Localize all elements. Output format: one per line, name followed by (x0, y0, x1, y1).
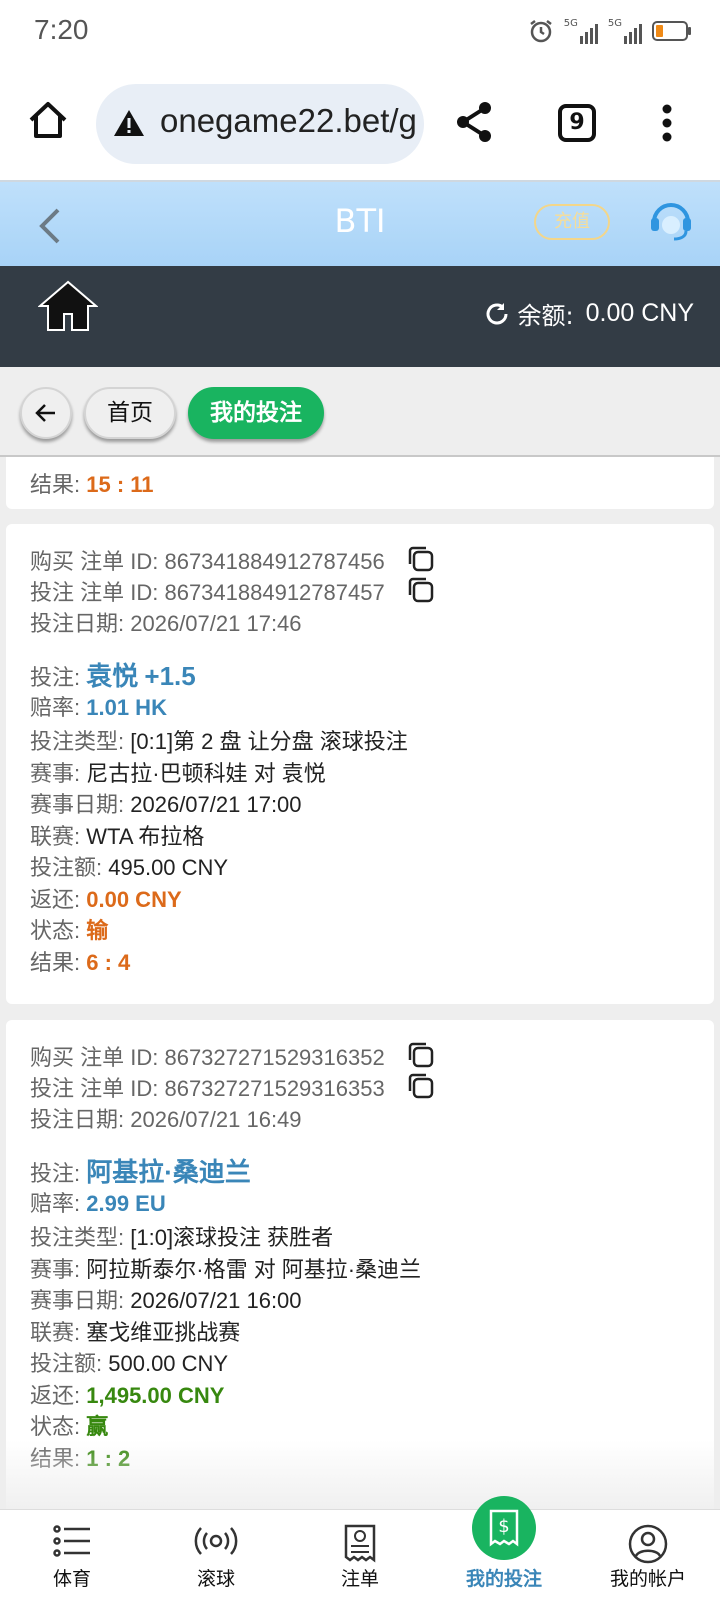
stake-row: 投注额: 500.00 CNY (30, 1351, 229, 1376)
signal-2-icon: 5G (608, 18, 642, 44)
user-icon (628, 1524, 668, 1564)
bet-id-row: 投注 注单 ID: 867327271529316353 (30, 1076, 385, 1101)
event-row: 赛事: 阿拉斯泰尔·格雷 对 阿基拉·桑迪兰 (30, 1257, 422, 1282)
tab-sports[interactable]: 体育 (12, 1510, 132, 1600)
browser-toolbar: onegame22.bet/g 9 (0, 68, 720, 180)
purchase-id-row: 购买 注单 ID: 867341884912787456 (30, 549, 385, 574)
share-icon[interactable] (454, 100, 494, 144)
selection-row: 投注: 袁悦 +1.5 (30, 661, 196, 691)
address-bar[interactable]: onegame22.bet/g (96, 84, 424, 164)
league-row: 联赛: WTA 布拉格 (30, 824, 205, 849)
bet-type-row: 投注类型: [0:1]第 2 盘 让分盘 滚球投注 (30, 729, 408, 754)
list-icon (53, 1525, 90, 1557)
result-row: 结果: 1 : 2 (30, 1446, 131, 1471)
status-badge: 输 (86, 918, 109, 943)
nav-pills: 首页 我的投注 (0, 367, 720, 457)
status-bar: 7:20 5G 5G (0, 0, 720, 68)
bets-list: 结果: 15 : 11 购买 注单 ID: 867341884912787456… (0, 457, 720, 1509)
bet-id-row: 投注 注单 ID: 867341884912787457 (30, 580, 385, 605)
app-title: BTI (334, 202, 386, 240)
bottom-tab-bar: 体育 滚球 注单 我的投注 我的帐户 (0, 1509, 720, 1600)
purchase-id-row: 购买 注单 ID: 867327271529316352 (30, 1045, 385, 1070)
return-row: 返还: 1,495.00 CNY (30, 1383, 225, 1408)
arrow-left-icon (35, 404, 55, 422)
result-row: 结果: 15 : 11 (30, 472, 154, 497)
refresh-icon[interactable] (484, 301, 510, 327)
league-row: 联赛: 塞戈维亚挑战赛 (30, 1320, 241, 1345)
event-date-row: 赛事日期: 2026/07/21 16:00 (30, 1288, 302, 1313)
my-bets-pill-button[interactable]: 我的投注 (188, 387, 324, 439)
copy-icon[interactable] (406, 1071, 436, 1101)
account-bar: 余额: 0.00 CNY (0, 266, 720, 367)
balance-display: 余额: 0.00 CNY (484, 296, 694, 331)
result-row: 结果: 6 : 4 (30, 950, 131, 975)
svg-text:$: $ (498, 1516, 509, 1537)
customer-support-icon[interactable] (648, 198, 694, 244)
event-date-row: 赛事日期: 2026/07/21 17:00 (30, 792, 302, 817)
tab-switcher-button[interactable]: 9 (558, 104, 596, 142)
copy-icon[interactable] (406, 1040, 436, 1070)
bet-card: 购买 注单 ID: 867341884912787456 投注 注单 ID: 8… (6, 524, 714, 1004)
home-pill-button[interactable]: 首页 (84, 387, 176, 439)
tab-slips[interactable]: 注单 (300, 1510, 420, 1600)
status-row: 状态: 输 (30, 918, 109, 943)
selection-row: 投注: 阿基拉·桑迪兰 (30, 1157, 251, 1187)
odds-row: 赔率: 2.99 EU (30, 1191, 166, 1216)
tab-my-account[interactable]: 我的帐户 (588, 1510, 708, 1600)
warning-icon[interactable] (112, 108, 146, 138)
copy-icon[interactable] (406, 544, 436, 574)
bet-card-previous: 结果: 15 : 11 (6, 457, 714, 509)
app-header: BTI 充值 (0, 180, 720, 266)
bet-date-row: 投注日期: 2026/07/21 16:49 (30, 1107, 302, 1132)
house-icon[interactable] (38, 280, 98, 332)
return-row: 返还: 0.00 CNY (30, 887, 182, 912)
status-icons: 5G 5G (528, 18, 692, 44)
browser-home-icon[interactable] (26, 98, 70, 142)
status-row: 状态: 赢 (30, 1414, 109, 1439)
copy-icon[interactable] (406, 575, 436, 605)
battery-icon (652, 21, 691, 41)
event-row: 赛事: 尼古拉·巴顿科娃 对 袁悦 (30, 761, 326, 786)
alarm-icon (530, 20, 552, 43)
balance-value: 0.00 CNY (585, 299, 694, 327)
stake-row: 投注额: 495.00 CNY (30, 855, 229, 880)
status-time: 7:20 (34, 14, 89, 45)
signal-1-icon: 5G (564, 18, 598, 44)
url-text[interactable]: onegame22.bet/g (160, 102, 417, 140)
my-bets-tab-bubble[interactable]: $ (472, 1496, 536, 1560)
odds-row: 赔率: 1.01 HK (30, 695, 167, 720)
back-pill-button[interactable] (20, 387, 72, 439)
bet-date-row: 投注日期: 2026/07/21 17:46 (30, 611, 302, 636)
more-menu-icon[interactable] (662, 104, 672, 142)
tab-live[interactable]: 滚球 (156, 1510, 276, 1600)
dollar-receipt-icon: $ (489, 1509, 519, 1547)
bet-type-row: 投注类型: [1:0]滚球投注 获胜者 (30, 1225, 334, 1250)
receipt-icon (344, 1524, 376, 1563)
recharge-button[interactable]: 充值 (534, 204, 610, 240)
status-badge: 赢 (86, 1414, 109, 1439)
balance-label: 余额: (517, 302, 574, 330)
broadcast-icon (194, 1527, 238, 1555)
bet-card: 购买 注单 ID: 867327271529316352 投注 注单 ID: 8… (6, 1020, 714, 1509)
